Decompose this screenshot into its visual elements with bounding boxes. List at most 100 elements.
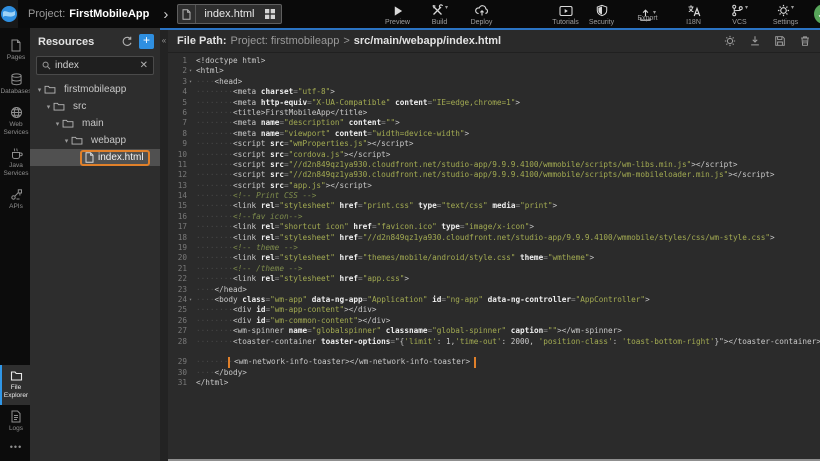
code-line[interactable]: 31</html> [168,378,820,388]
line-number[interactable]: 7 [168,118,187,128]
grid-icon[interactable] [265,9,275,19]
line-number[interactable]: 23 [168,285,187,295]
code-line[interactable]: 6········<title>FirstMobileApp</title> [168,108,820,118]
tree-item-index.html[interactable]: index.html [30,149,160,166]
delete-file-button[interactable] [799,35,811,47]
line-number[interactable]: 4 [168,87,187,97]
code-line[interactable]: 5········<meta http-equiv="X-UA-Compatib… [168,98,820,108]
line-number[interactable]: 18 [168,233,187,243]
resources-search[interactable]: ✕ [36,56,154,75]
code-line[interactable]: 17········<link rel="shortcut icon" href… [168,222,820,232]
collapse-panel-button[interactable]: « [160,30,168,461]
line-number[interactable]: 17 [168,222,187,232]
sidebar-item-java-services[interactable]: Java Services [0,142,30,183]
code-line[interactable]: 11········<script src="//d2n849qz1ya930.… [168,160,820,170]
line-number[interactable]: 26 [168,316,187,326]
export-button[interactable]: ▾ Export [630,7,666,22]
code-line[interactable]: 1<!doctype html> [168,56,820,66]
fold-marker-icon[interactable]: ▾ [187,77,194,87]
fold-marker-icon[interactable]: ▾ [187,66,194,76]
file-settings-button[interactable] [724,35,736,47]
code-line[interactable]: 18········<link rel="stylesheet" href="/… [168,233,820,243]
code-line[interactable]: 7········<meta name="description" conten… [168,118,820,128]
search-input[interactable] [55,60,140,71]
expand-arrow-icon[interactable]: ▾ [53,120,62,128]
code-line[interactable]: 22········<link rel="stylesheet" href="a… [168,274,820,284]
tree-item-firstmobileapp[interactable]: ▾firstmobileapp [30,81,160,98]
security-button[interactable]: Security [584,2,620,26]
tree-item-main[interactable]: ▾main [30,115,160,132]
line-number[interactable]: 21 [168,264,187,274]
code-line[interactable]: 19········<!-- theme --> [168,243,820,253]
code-line[interactable]: 3▾····<head> [168,77,820,87]
code-line[interactable]: 13········<script src="app.js"></script> [168,181,820,191]
code-line[interactable]: 9········<script src="wmProperties.js"><… [168,139,820,149]
sidebar-item-databases[interactable]: Databases [0,68,30,102]
deploy-button[interactable]: Deploy [464,2,500,26]
line-number[interactable]: 20 [168,253,187,263]
tree-item-webapp[interactable]: ▾webapp [30,132,160,149]
line-number[interactable]: 5 [168,98,187,108]
app-logo[interactable] [0,0,18,28]
build-button[interactable]: ▾ Build [422,2,458,26]
line-number[interactable]: 11 [168,160,187,170]
code-editor[interactable]: 1<!doctype html>2▾<html>3▾····<head>4···… [168,53,820,461]
code-line[interactable]: 28········<toaster-container toaster-opt… [168,337,820,347]
line-number[interactable]: 22 [168,274,187,284]
sidebar-item-web-services[interactable]: Web Services [0,101,30,142]
code-line[interactable]: 30····</body> [168,368,820,378]
line-number[interactable]: 16 [168,212,187,222]
line-number[interactable]: 28 [168,337,187,347]
sidebar-item-apis[interactable]: APIs [0,183,30,217]
line-number[interactable]: 13 [168,181,187,191]
code-line[interactable]: 21········<!-- /theme --> [168,264,820,274]
code-line[interactable]: 14········<!-- Print CSS --> [168,191,820,201]
code-line[interactable] [168,347,820,357]
line-number[interactable]: 8 [168,129,187,139]
line-number[interactable]: 6 [168,108,187,118]
expand-arrow-icon[interactable]: ▾ [44,103,53,111]
line-number[interactable]: 14 [168,191,187,201]
expand-arrow-icon[interactable]: ▾ [35,86,44,94]
line-number[interactable]: 31 [168,378,187,388]
line-number[interactable]: 24 [168,295,187,305]
settings-button[interactable]: ▾ Settings [768,2,804,26]
clear-search-icon[interactable]: ✕ [140,60,148,71]
code-line[interactable]: 20········<link rel="stylesheet" href="t… [168,253,820,263]
line-number[interactable] [168,347,187,357]
code-line[interactable]: 29········<wm-network-info-toaster></wm-… [168,357,820,367]
sidebar-more-button[interactable]: ••• [0,439,30,461]
add-resource-button[interactable]: + [139,34,154,49]
sidebar-item-logs[interactable]: Logs [0,405,30,439]
line-number[interactable]: 29 [168,357,187,367]
code-line[interactable]: 8········<meta name="viewport" content="… [168,129,820,139]
code-line[interactable]: 15········<link rel="stylesheet" href="p… [168,201,820,211]
code-line[interactable]: 4········<meta charset="utf-8"> [168,87,820,97]
save-file-button[interactable] [774,35,786,47]
line-number[interactable]: 30 [168,368,187,378]
tab-index-html[interactable]: index.html [177,4,281,24]
line-number[interactable]: 1 [168,56,187,66]
line-number[interactable]: 2 [168,66,187,76]
download-file-button[interactable] [749,35,761,47]
line-number[interactable]: 15 [168,201,187,211]
line-number[interactable]: 27 [168,326,187,336]
line-number[interactable]: 9 [168,139,187,149]
user-avatar[interactable]: JS [814,4,820,24]
code-line[interactable]: 10········<script src="cordova.js"></scr… [168,150,820,160]
code-line[interactable]: 26········<div id="wm-common-content"></… [168,316,820,326]
line-number[interactable]: 19 [168,243,187,253]
code-line[interactable]: 16········<!--fav icon--> [168,212,820,222]
line-number[interactable]: 12 [168,170,187,180]
refresh-button[interactable] [121,36,132,47]
code-line[interactable]: 2▾<html> [168,66,820,76]
code-line[interactable]: 24▾····<body class="wm-app" data-ng-app=… [168,295,820,305]
tree-item-src[interactable]: ▾src [30,98,160,115]
code-line[interactable]: 25········<div id="wm-app-content"></div… [168,305,820,315]
tutorials-button[interactable]: Tutorials [548,2,584,26]
i18n-button[interactable]: I18N [676,2,712,26]
preview-button[interactable]: Preview [380,2,416,26]
code-line[interactable]: 23····</head> [168,285,820,295]
line-number[interactable]: 10 [168,150,187,160]
line-number[interactable]: 25 [168,305,187,315]
